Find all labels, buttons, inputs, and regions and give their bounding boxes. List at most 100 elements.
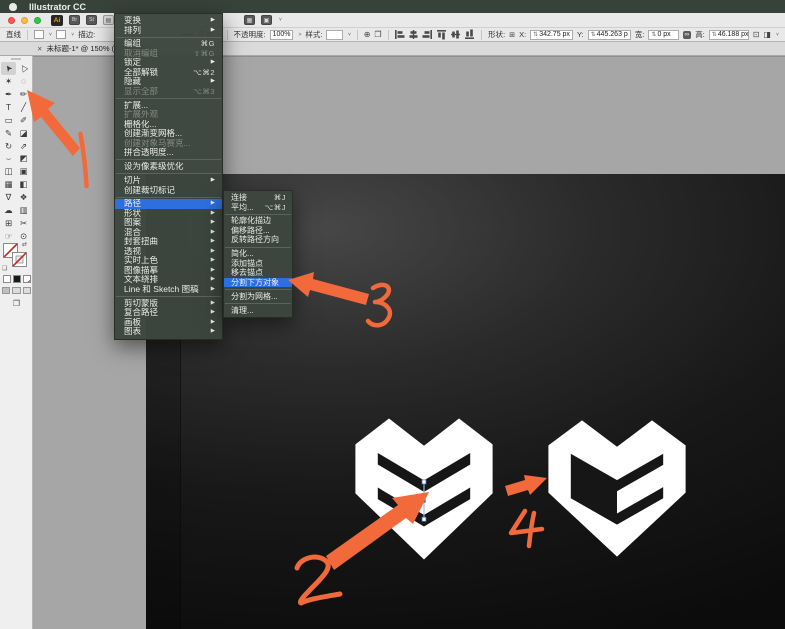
free-transform-tool[interactable]: ◩ [16,152,31,165]
mesh-tool[interactable]: ▦ [1,178,16,191]
object-menu-item[interactable]: 栅格化... [115,120,222,130]
draw-normal-button[interactable] [2,287,10,294]
align-horizontal-left-icon[interactable] [394,29,405,40]
default-fill-stroke-icon[interactable]: ❏ [2,265,7,272]
path-submenu-item[interactable]: 清理... [224,306,292,316]
screen-mode-button[interactable]: ❐ [2,299,31,308]
direct-selection-tool[interactable]: ▷ [16,62,31,75]
line-segment-tool[interactable]: ╱ [16,101,31,114]
align-vertical-center-icon[interactable] [450,29,461,40]
slice-tool[interactable]: ✂ [16,217,31,230]
y-input[interactable]: ⇅445.263 p [588,30,631,40]
path-submenu-item[interactable]: 添加锚点 [224,259,292,269]
object-menu-item[interactable]: 创建对象马赛克... [115,139,222,149]
object-menu-item[interactable]: 路径 [115,199,222,209]
object-menu-item[interactable]: 取消编组 ⇧⌘G [115,49,222,59]
symbol-sprayer-tool[interactable]: ☁ [1,204,16,217]
selection-tool[interactable]: ➤ [1,62,16,75]
height-input[interactable]: ⇅46.188 px [709,30,749,40]
x-input[interactable]: ⇅342.75 px [530,30,573,40]
panel-grip[interactable] [11,58,21,60]
path-submenu-item[interactable]: 移去锚点 [224,268,292,278]
stepper-icon[interactable]: ⇅ [533,31,538,38]
isolate-icon[interactable]: ◨ [763,30,771,39]
arrange-documents-icon[interactable]: ▤ [103,15,114,25]
object-menu-item[interactable]: 创建渐变网格... [115,129,222,139]
chevron-down-icon[interactable]: ˅ [348,32,351,38]
opacity-input[interactable]: 100% [270,30,294,40]
object-menu-item[interactable]: 图表 [115,327,222,337]
object-menu-item[interactable]: 实时上色 [115,256,222,266]
blend-tool[interactable]: ❖ [16,191,31,204]
shape-builder-tool[interactable]: ◫ [1,165,16,178]
object-menu-item[interactable]: 混合 [115,228,222,238]
object-menu-item[interactable]: 全部解锁 ⌥⌘2 [115,68,222,78]
rectangle-tool[interactable]: ▭ [1,114,16,127]
object-menu-item[interactable]: 编组 ⌘G [115,39,222,49]
object-menu-item[interactable]: 设为像素级优化 [115,162,222,172]
gpu-preview-icon[interactable]: ▣ [261,15,272,25]
gradient-tool[interactable]: ◧ [16,178,31,191]
document-setup-icon[interactable]: ❒ [374,30,381,39]
align-horizontal-right-icon[interactable] [422,29,433,40]
path-submenu-item[interactable]: 平均... ⌥⌘J [224,203,292,213]
artboard-tool[interactable]: ⊞ [1,217,16,230]
chevron-down-icon[interactable]: ˅ [776,32,779,38]
path-submenu-item[interactable]: 轮廓化描边 [224,216,292,226]
object-menu-item[interactable]: 复合路径 [115,308,222,318]
apple-menu-icon[interactable] [9,3,17,11]
align-vertical-bottom-icon[interactable] [464,29,475,40]
path-submenu-item[interactable]: 分割下方对象 [224,278,292,288]
zoom-window-button[interactable] [34,17,41,24]
scale-tool[interactable]: ⇗ [16,139,31,152]
magic-wand-tool[interactable]: ✶ [1,75,16,88]
logo-before-divide[interactable] [354,417,494,561]
close-window-button[interactable] [8,17,15,24]
pen-tool[interactable]: ✒ [1,88,16,101]
object-menu-item[interactable]: 切片 [115,176,222,186]
bridge-icon[interactable]: Br [69,15,80,25]
object-menu-item[interactable]: 图案 [115,218,222,228]
object-menu-item[interactable]: 显示全部 ⌥⌘3 [115,87,222,97]
object-menu-item[interactable]: 隐藏 [115,77,222,87]
path-submenu-item[interactable]: 连接 ⌘J [224,193,292,203]
object-menu-item[interactable]: 图像描摹 [115,266,222,276]
object-menu-item[interactable]: 锁定 [115,58,222,68]
object-menu-item[interactable]: 透视 [115,247,222,257]
align-vertical-top-icon[interactable] [436,29,447,40]
path-submenu-item[interactable]: 偏移路径... [224,226,292,236]
eyedropper-tool[interactable]: ∇ [1,191,16,204]
align-horizontal-center-icon[interactable] [408,29,419,40]
object-menu-item[interactable]: 封套扭曲 [115,237,222,247]
draw-behind-button[interactable] [12,287,20,294]
minimize-window-button[interactable] [21,17,28,24]
stock-icon[interactable]: St [86,15,97,25]
path-submenu-item[interactable]: 分割为网格... [224,292,292,302]
color-button[interactable] [3,275,11,283]
type-tool[interactable]: T [1,101,16,114]
stroke-swatch[interactable] [12,252,27,267]
swap-fill-stroke-icon[interactable]: ⇄ [22,241,27,248]
stepper-icon[interactable]: ⇅ [712,31,717,38]
width-input[interactable]: ⇅0 px [648,30,678,40]
chevron-down-icon[interactable]: ˅ [49,32,52,38]
object-menu-item[interactable]: Line 和 Sketch 图稿 [115,285,222,295]
stroke-color-well[interactable] [56,30,66,39]
style-select[interactable] [326,30,343,40]
live-paint-bucket-tool[interactable]: ▣ [16,165,31,178]
chevron-right-icon[interactable]: > [298,32,301,38]
path-submenu-item[interactable]: 反转路径方向 [224,235,292,245]
transform-icon[interactable]: ⊡ [753,30,760,39]
paintbrush-tool[interactable]: ✐ [16,114,31,127]
chevron-down-icon[interactable]: ˅ [71,32,74,38]
fill-color-well[interactable] [34,30,44,39]
object-menu-item[interactable]: 创建裁切标记 [115,186,222,196]
logo-after-divide[interactable] [547,419,687,558]
object-menu-item[interactable]: 文本绕排 [115,275,222,285]
globe-icon[interactable]: ⊕ [364,30,371,39]
object-menu-item[interactable]: 变换 [115,16,222,26]
draw-inside-button[interactable] [23,287,31,294]
reference-point-icon[interactable]: ⊞ [509,31,515,39]
object-menu-item[interactable]: 拼合透明度... [115,148,222,158]
gradient-button[interactable] [13,275,21,283]
